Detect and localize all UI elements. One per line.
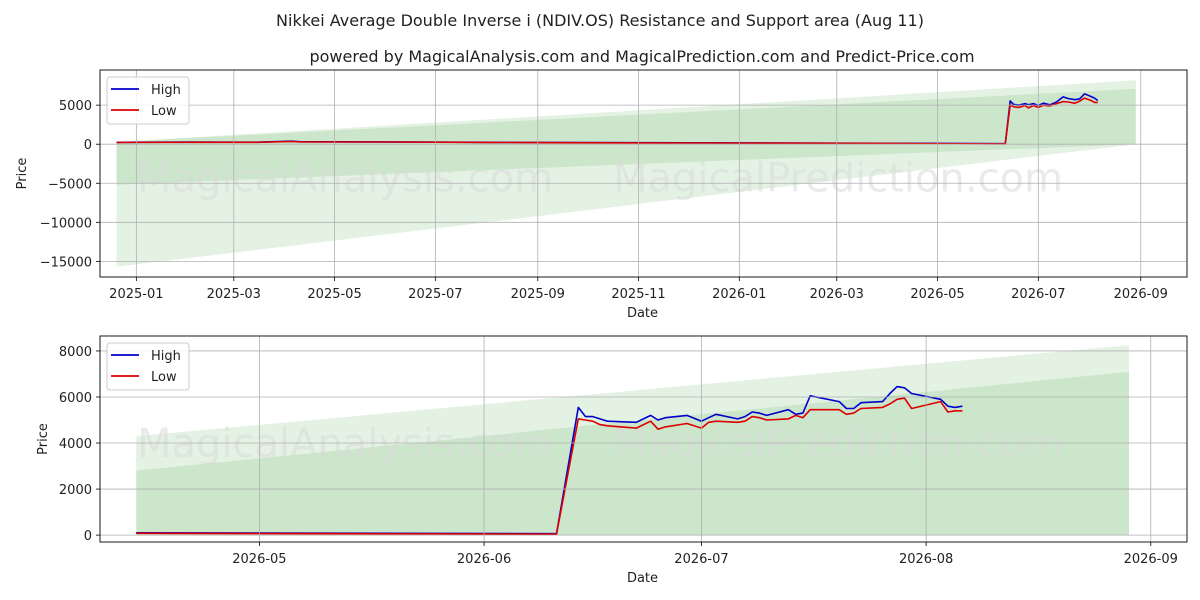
y-tick-label: −10000 (40, 216, 92, 231)
legend-label-low: Low (151, 104, 177, 119)
y-tick-label: 0 (84, 529, 92, 544)
chart-title: Nikkei Average Double Inverse i (NDIV.OS… (276, 11, 924, 30)
x-tick-label: 2026-06 (457, 552, 511, 567)
x-axis-label: Date (627, 306, 658, 321)
x-tick-label: 2026-07 (674, 552, 728, 567)
chart-canvas: Nikkei Average Double Inverse i (NDIV.OS… (15, 11, 1188, 586)
y-tick-label: 8000 (59, 345, 92, 360)
x-tick-label: 2025-09 (511, 287, 565, 302)
chart-root: Nikkei Average Double Inverse i (NDIV.OS… (0, 0, 1200, 600)
x-tick-label: 2025-07 (408, 287, 462, 302)
x-tick-label: 2026-09 (1114, 287, 1168, 302)
legend-label-low: Low (151, 370, 177, 385)
y-tick-label: −15000 (40, 255, 92, 270)
x-tick-label: 2026-05 (910, 287, 964, 302)
watermark-right: MagicalPrediction.com (613, 156, 1063, 202)
x-axis-label: Date (627, 571, 658, 586)
legend: High Low (106, 342, 190, 391)
x-tick-label: 2026-01 (712, 287, 766, 302)
chart-subtitle: powered by MagicalAnalysis.com and Magic… (309, 47, 974, 66)
legend-label-high: High (151, 349, 181, 364)
x-tick-label: 2025-05 (307, 287, 361, 302)
x-tick-label: 2025-11 (611, 287, 665, 302)
y-tick-label: 5000 (59, 99, 92, 114)
x-tick-label: 2025-03 (207, 287, 261, 302)
y-tick-label: 6000 (59, 391, 92, 406)
plot-area: MagicalAnalysis.com MagicalPrediction.com (116, 80, 1136, 267)
y-axis-label: Price (36, 423, 51, 455)
watermark-right: MagicalPrediction.com (613, 421, 1063, 467)
x-tick-label: 2026-03 (810, 287, 864, 302)
x-tick-label: 2026-08 (899, 552, 953, 567)
y-tick-label: −5000 (48, 177, 92, 192)
watermark-left: MagicalAnalysis.com (137, 156, 553, 202)
panel-top: MagicalAnalysis.com MagicalPrediction.com… (15, 69, 1188, 321)
x-tick-label: 2025-01 (109, 287, 163, 302)
x-tick-label: 2026-09 (1124, 552, 1178, 567)
y-axis-label: Price (15, 158, 30, 190)
plot-area: MagicalAnalysis.com MagicalPrediction.com (136, 345, 1129, 536)
panel-bottom: MagicalAnalysis.com MagicalPrediction.com… (36, 335, 1188, 586)
y-tick-label: 0 (84, 138, 92, 153)
watermark-left: MagicalAnalysis.com (137, 421, 553, 467)
x-tick-label: 2026-07 (1011, 287, 1065, 302)
y-tick-label: 4000 (59, 437, 92, 452)
legend-label-high: High (151, 83, 181, 98)
y-tick-label: 2000 (59, 483, 92, 498)
legend: High Low (106, 76, 190, 125)
x-tick-label: 2026-05 (232, 552, 286, 567)
